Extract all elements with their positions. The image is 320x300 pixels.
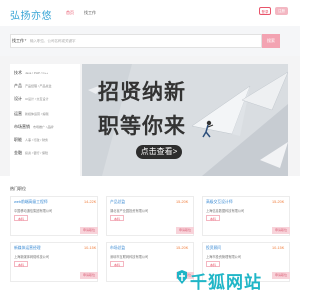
category-item[interactable]: 技术 Java / PHP / C++: [14, 70, 48, 76]
category-item[interactable]: 运营 新媒体运营 / 编辑: [14, 111, 49, 117]
job-company: 上海市投资管理有限公司: [206, 255, 242, 259]
nav-home[interactable]: 首页: [66, 10, 74, 16]
job-title[interactable]: 产品总监: [110, 200, 125, 205]
category-title: 设计: [14, 96, 22, 101]
job-company: 中国移动通信集团有限公司: [14, 209, 53, 213]
job-tag: 本科: [110, 215, 125, 221]
watermark-text: 千狐网站: [190, 273, 262, 293]
job-company: 深圳市互联网科技有限公司: [110, 255, 149, 259]
job-title[interactable]: 高级交互设计师: [206, 200, 233, 205]
category-item[interactable]: 职能 人事 / 行政 / 财务: [14, 137, 48, 143]
category-sidebar: [10, 64, 80, 176]
category-item[interactable]: 设计 UI设计 / 交互设计: [14, 96, 49, 102]
category-subitems: 市场推广 / 品牌: [33, 125, 54, 129]
category-subitems: 产品经理 / 产品总监: [25, 84, 52, 88]
job-company: 湖北省产业园投资有限公司: [110, 209, 149, 213]
chevron-down-icon: ▼: [24, 38, 27, 42]
category-title: 运营: [14, 111, 22, 116]
category-item[interactable]: 产品 产品经理 / 产品总监: [14, 83, 52, 89]
job-company: 上海信息数据科技有限公司: [206, 209, 245, 213]
search-type-select[interactable]: 找工作: [12, 38, 24, 44]
category-title: 金融: [14, 150, 22, 155]
job-title[interactable]: 投资顾问: [206, 246, 221, 251]
apply-button[interactable]: 申请职位: [80, 227, 99, 234]
job-company: 上海新媒体网络科技公司: [14, 255, 50, 259]
category-item[interactable]: 金融 投资 / 银行 / 保险: [14, 150, 48, 156]
job-salary: 14-22K: [84, 200, 97, 204]
register-button[interactable]: 注册: [275, 7, 288, 15]
search-button[interactable]: 搜索: [262, 34, 280, 48]
job-tag: 本科: [206, 261, 221, 267]
banner-view-button[interactable]: 点击查看>: [136, 145, 182, 159]
apply-button[interactable]: 申请职位: [272, 227, 291, 234]
category-subitems: 人事 / 行政 / 财务: [25, 138, 49, 142]
job-tag: 本科: [110, 261, 125, 267]
job-title[interactable]: 市场总监: [110, 246, 125, 251]
category-title: 职能: [14, 137, 22, 142]
job-salary: 15-20K: [272, 200, 285, 204]
job-tag: 本科: [14, 215, 29, 221]
category-title: 产品: [14, 83, 22, 88]
banner-subheadline: 职等你来: [98, 113, 186, 138]
login-button[interactable]: 登录: [259, 7, 271, 15]
job-title[interactable]: web前端高级工程师: [14, 200, 48, 205]
category-subitems: UI设计 / 交互设计: [25, 97, 49, 101]
job-tag: 本科: [14, 261, 29, 267]
job-salary: 10-15K: [272, 246, 285, 250]
apply-button[interactable]: 申请职位: [272, 272, 291, 279]
category-subitems: 投资 / 银行 / 保险: [25, 151, 49, 155]
category-title: 市场营销: [14, 124, 30, 129]
nav-find-jobs[interactable]: 找工作: [84, 10, 96, 16]
category-subitems: 新媒体运营 / 编辑: [25, 112, 49, 116]
job-title[interactable]: 新媒体运营经理: [14, 246, 41, 251]
apply-button[interactable]: 申请职位: [176, 227, 195, 234]
search-input[interactable]: [30, 36, 258, 46]
category-subitems: Java / PHP / C++: [25, 71, 49, 75]
job-salary: 15-20K: [176, 246, 189, 250]
apply-button[interactable]: 申请职位: [80, 272, 99, 279]
section-title-hot-jobs: 热门职位: [10, 186, 26, 191]
job-tag: 本科: [206, 215, 221, 221]
site-logo[interactable]: 弘扬亦悠: [10, 7, 52, 22]
category-title: 技术: [14, 70, 22, 75]
watermark-logo-icon: [177, 270, 187, 284]
banner-headline: 招贤纳新: [98, 79, 186, 104]
job-salary: 15-20K: [176, 200, 189, 204]
category-item[interactable]: 市场营销 市场推广 / 品牌: [14, 124, 54, 130]
job-salary: 10-15K: [84, 246, 97, 250]
